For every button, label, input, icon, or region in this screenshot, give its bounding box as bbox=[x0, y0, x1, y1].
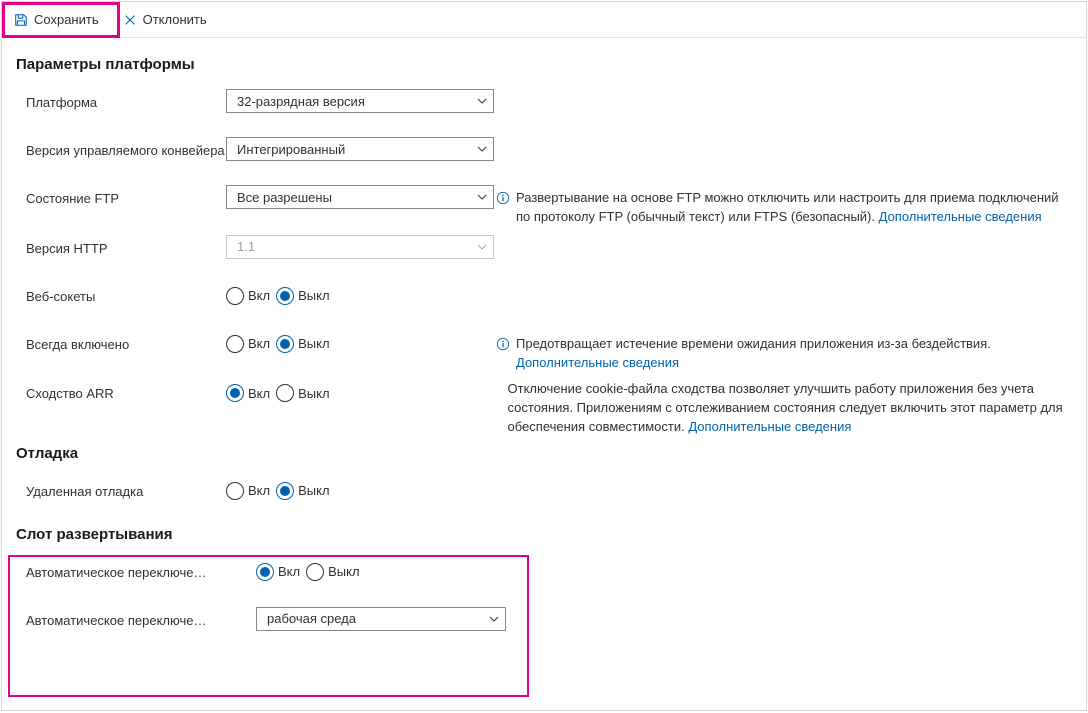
auto-swap-slot-dropdown[interactable]: рабочая среда bbox=[256, 607, 506, 631]
label-web-sockets: Веб-сокеты bbox=[16, 283, 226, 304]
arr-affinity-learn-more-link[interactable]: Дополнительные сведения bbox=[688, 419, 851, 434]
auto-swap-on-radio[interactable]: Вкл bbox=[256, 563, 300, 581]
always-on-learn-more-link[interactable]: Дополнительные сведения bbox=[516, 355, 679, 370]
remote-debug-off-radio[interactable]: Выкл bbox=[276, 482, 329, 500]
arr-affinity-off-radio[interactable]: Выкл bbox=[276, 384, 329, 402]
chevron-down-icon bbox=[477, 242, 487, 252]
auto-swap-enabled-radio-group: Вкл Выкл bbox=[256, 559, 360, 581]
discard-label: Отклонить bbox=[143, 12, 207, 27]
close-icon bbox=[123, 13, 137, 27]
chevron-down-icon bbox=[489, 614, 499, 624]
platform-dropdown[interactable]: 32-разрядная версия bbox=[226, 89, 494, 113]
section-deployment-slot: Слот развертывания bbox=[16, 526, 1072, 543]
label-http-version: Версия HTTP bbox=[16, 235, 226, 256]
chevron-down-icon bbox=[477, 144, 487, 154]
label-pipeline: Версия управляемого конвейера bbox=[16, 137, 226, 158]
chevron-down-icon bbox=[477, 96, 487, 106]
pipeline-value: Интегрированный bbox=[237, 142, 345, 157]
always-on-radio-group: Вкл Выкл bbox=[226, 331, 330, 353]
save-button[interactable]: Сохранить bbox=[2, 3, 111, 37]
remote-debug-on-radio[interactable]: Вкл bbox=[226, 482, 270, 500]
auto-swap-off-radio[interactable]: Выкл bbox=[306, 563, 359, 581]
arr-affinity-radio-group: Вкл Выкл bbox=[226, 380, 330, 402]
remote-debug-radio-group: Вкл Выкл bbox=[226, 478, 330, 500]
ftp-state-dropdown[interactable]: Все разрешены bbox=[226, 185, 494, 209]
label-always-on: Всегда включено bbox=[16, 331, 226, 352]
label-auto-swap-slot: Автоматическое переключе… bbox=[16, 607, 256, 628]
always-on-info: Предотвращает истечение времени ожидания… bbox=[516, 335, 1072, 373]
discard-button[interactable]: Отклонить bbox=[111, 3, 219, 37]
always-on-off-radio[interactable]: Выкл bbox=[276, 335, 329, 353]
toolbar: Сохранить Отклонить bbox=[2, 2, 1086, 38]
always-on-on-radio[interactable]: Вкл bbox=[226, 335, 270, 353]
save-icon bbox=[14, 13, 28, 27]
http-version-dropdown[interactable]: 1.1 bbox=[226, 235, 494, 259]
ftp-state-learn-more-link[interactable]: Дополнительные сведения bbox=[879, 209, 1042, 224]
ftp-state-info: Развертывание на основе FTP можно отключ… bbox=[516, 189, 1072, 227]
chevron-down-icon bbox=[477, 192, 487, 202]
label-platform: Платформа bbox=[16, 89, 226, 110]
label-auto-swap-enabled: Автоматическое переключе… bbox=[16, 559, 256, 580]
web-sockets-on-radio[interactable]: Вкл bbox=[226, 287, 270, 305]
label-remote-debug: Удаленная отладка bbox=[16, 478, 226, 499]
info-icon bbox=[496, 191, 510, 205]
label-arr-affinity: Сходство ARR bbox=[16, 380, 226, 401]
http-version-value: 1.1 bbox=[237, 239, 255, 254]
info-icon bbox=[496, 337, 510, 351]
platform-value: 32-разрядная версия bbox=[237, 94, 365, 109]
section-platform-settings: Параметры платформы bbox=[16, 56, 1072, 73]
arr-affinity-info: Отключение cookie-файла сходства позволя… bbox=[508, 380, 1072, 437]
label-ftp-state: Состояние FTP bbox=[16, 185, 226, 206]
pipeline-dropdown[interactable]: Интегрированный bbox=[226, 137, 494, 161]
section-debugging: Отладка bbox=[16, 445, 1072, 462]
ftp-state-value: Все разрешены bbox=[237, 190, 332, 205]
auto-swap-slot-value: рабочая среда bbox=[267, 611, 356, 626]
web-sockets-off-radio[interactable]: Выкл bbox=[276, 287, 329, 305]
save-label: Сохранить bbox=[34, 12, 99, 27]
arr-affinity-on-radio[interactable]: Вкл bbox=[226, 384, 270, 402]
web-sockets-radio-group: Вкл Выкл bbox=[226, 283, 330, 305]
